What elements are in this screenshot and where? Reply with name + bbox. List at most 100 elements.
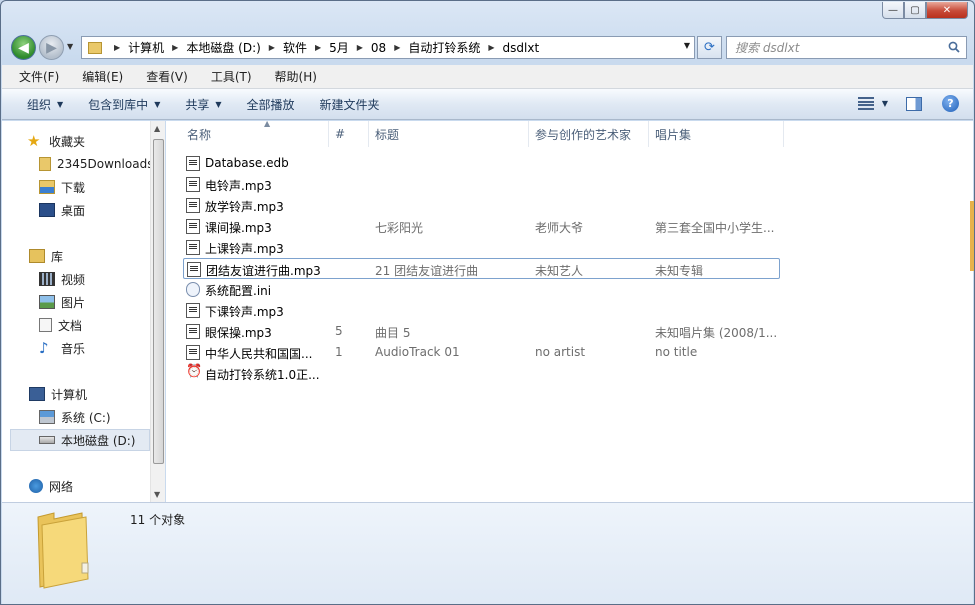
chevron-down-icon[interactable]: ▼: [882, 99, 888, 108]
maximize-button[interactable]: ▢: [904, 2, 926, 19]
breadcrumb-separator-icon[interactable]: ▶: [315, 43, 321, 52]
include-in-library-label: 包含到库中: [88, 97, 149, 112]
item-count: 11 个对象: [130, 513, 186, 527]
star-icon: ★: [27, 132, 41, 150]
file-name: 下课铃声.mp3: [205, 305, 284, 319]
breadcrumb-separator-icon[interactable]: ▶: [357, 43, 363, 52]
menu-file[interactable]: 文件(F): [2, 68, 65, 85]
scroll-down-icon[interactable]: ▼: [154, 490, 160, 499]
close-button[interactable]: ✕: [926, 2, 968, 19]
audio-file-icon: [186, 240, 200, 255]
file-name: 课间操.mp3: [205, 221, 272, 235]
nav-network-label: 网络: [49, 479, 74, 494]
audio-file-icon: [186, 303, 200, 318]
scrollbar-thumb[interactable]: [153, 139, 164, 464]
file-row[interactable]: 放学铃声.mp3: [183, 195, 780, 216]
menu-view[interactable]: 查看(V): [129, 68, 194, 85]
audio-file-icon: [186, 324, 200, 339]
forward-button[interactable]: ▶: [39, 35, 64, 60]
audio-file-icon: [186, 198, 200, 213]
breadcrumb-separator-icon[interactable]: ▶: [488, 43, 494, 52]
file-artist: no artist: [535, 345, 586, 359]
breadcrumb-dsdlxt[interactable]: dsdlxt: [503, 41, 540, 55]
search-input[interactable]: 搜索 dsdlxt: [726, 36, 967, 59]
breadcrumb-bell-system[interactable]: 自动打铃系统: [408, 39, 480, 56]
navigation-pane: ★ 收藏夹 2345Downloads 下载 桌面 库 视频 图片 文档 ♪ 音…: [2, 121, 165, 502]
breadcrumb-computer[interactable]: 计算机: [128, 39, 164, 56]
breadcrumb-drive-d[interactable]: 本地磁盘 (D:): [186, 39, 260, 56]
breadcrumb-separator-icon[interactable]: ▶: [114, 43, 120, 52]
address-dropdown-icon[interactable]: ▼: [684, 41, 690, 50]
recent-pages-dropdown[interactable]: ▼: [67, 42, 73, 51]
organize-button[interactable]: 组织 ▼: [27, 96, 63, 113]
menu-bar: 文件(F) 编辑(E) 查看(V) 工具(T) 帮助(H): [2, 65, 973, 89]
new-folder-button[interactable]: 新建文件夹: [320, 96, 380, 113]
file-row[interactable]: ⏰ 自动打铃系统1.0正...: [183, 363, 780, 384]
file-row[interactable]: 课间操.mp3 七彩阳光 老师大爷 第三套全国中小学生...: [183, 216, 780, 237]
audio-file-icon: [186, 177, 200, 192]
column-header-album[interactable]: 唱片集: [649, 121, 784, 147]
menu-edit[interactable]: 编辑(E): [65, 68, 129, 85]
file-list: ▲ 名称 # 标题 参与创作的艺术家 唱片集 Database.edb 电铃声.…: [166, 119, 973, 502]
menu-tools[interactable]: 工具(T): [194, 68, 258, 85]
file-number: 1: [335, 345, 343, 359]
nav-item-label: 下载: [61, 180, 86, 195]
nav-item-label: 本地磁盘 (D:): [61, 433, 136, 448]
menu-help[interactable]: 帮助(H): [258, 68, 323, 85]
file-row[interactable]: 系统配置.ini: [183, 279, 780, 300]
file-row[interactable]: Database.edb: [183, 153, 780, 174]
document-icon: [39, 318, 52, 332]
breadcrumb-software[interactable]: 软件: [283, 39, 307, 56]
search-placeholder: 搜索 dsdlxt: [735, 41, 800, 55]
window-edge-accent: [970, 201, 974, 271]
view-controls: ▼ ?: [857, 95, 959, 112]
computer-icon: [29, 387, 45, 401]
file-row-focused[interactable]: 团结友谊进行曲.mp3 21 团结友谊进行曲 未知艺人 未知专辑: [183, 258, 780, 279]
change-view-icon[interactable]: [857, 97, 874, 110]
column-header-number[interactable]: #: [329, 121, 369, 147]
file-artist: 老师大爷: [535, 221, 584, 235]
minimize-button[interactable]: —: [882, 2, 904, 19]
file-row[interactable]: 上课铃声.mp3: [183, 237, 780, 258]
search-icon[interactable]: [948, 41, 960, 53]
column-header-title[interactable]: 标题: [369, 121, 529, 147]
drive-icon: [39, 436, 55, 444]
nav-computer-label: 计算机: [51, 387, 88, 402]
chevron-down-icon: ▼: [154, 99, 161, 109]
nav-item-label: 系统 (C:): [61, 410, 111, 425]
breadcrumb-separator-icon[interactable]: ▶: [394, 43, 400, 52]
scroll-up-icon[interactable]: ▲: [154, 124, 160, 133]
breadcrumb-08[interactable]: 08: [371, 41, 386, 55]
system-drive-icon: [39, 410, 55, 424]
file-name: 系统配置.ini: [205, 284, 272, 298]
file-title: 曲目 5: [375, 326, 411, 340]
app-icon: ⏰: [186, 364, 203, 379]
refresh-button[interactable]: ⟳: [697, 36, 722, 59]
file-name: 眼保操.mp3: [205, 326, 272, 340]
file-row[interactable]: 电铃声.mp3: [183, 174, 780, 195]
help-icon[interactable]: ?: [942, 95, 959, 112]
nav-item-label: 2345Downloads: [57, 157, 154, 171]
file-row[interactable]: 下课铃声.mp3: [183, 300, 780, 321]
nav-item-label: 视频: [61, 272, 86, 287]
audio-file-icon: [186, 345, 200, 360]
nav-favorites-label: 收藏夹: [49, 134, 86, 149]
navpane-scrollbar[interactable]: ▲ ▼: [150, 121, 165, 502]
chevron-down-icon: ▼: [215, 99, 222, 109]
file-row[interactable]: 眼保操.mp3 5 曲目 5 未知唱片集 (2008/1...: [183, 321, 780, 342]
nav-item-drive-d[interactable]: 本地磁盘 (D:): [10, 429, 150, 451]
column-header-artist[interactable]: 参与创作的艺术家: [529, 121, 649, 147]
address-bar[interactable]: ▶ 计算机 ▶ 本地磁盘 (D:) ▶ 软件 ▶ 5月 ▶ 08 ▶ 自动打铃系…: [81, 36, 695, 59]
refresh-icon: ⟳: [704, 40, 715, 55]
column-header-label: #: [335, 127, 346, 141]
file-row[interactable]: 中华人民共和国国... 1 AudioTrack 01 no artist no…: [183, 342, 780, 363]
breadcrumb-separator-icon[interactable]: ▶: [269, 43, 275, 52]
back-button[interactable]: ◀: [11, 35, 36, 60]
play-all-button[interactable]: 全部播放: [247, 96, 295, 113]
preview-pane-icon[interactable]: [906, 96, 922, 111]
breadcrumb-separator-icon[interactable]: ▶: [172, 43, 178, 52]
column-header-name[interactable]: ▲ 名称: [181, 119, 329, 147]
breadcrumb-may[interactable]: 5月: [329, 39, 349, 56]
include-in-library-button[interactable]: 包含到库中 ▼: [88, 96, 160, 113]
share-button[interactable]: 共享 ▼: [185, 96, 221, 113]
